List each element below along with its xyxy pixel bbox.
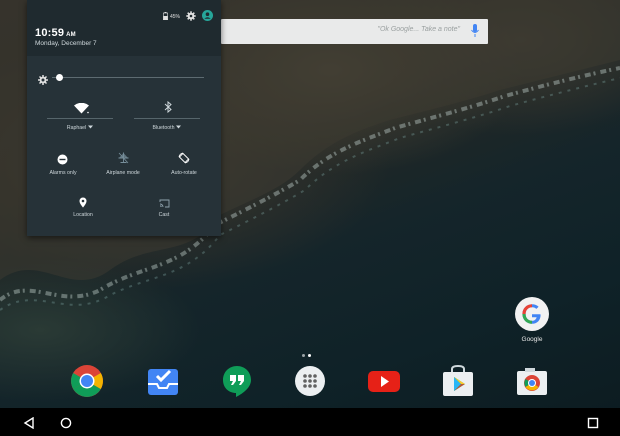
bluetooth-icon[interactable]	[164, 100, 172, 118]
app-drawer-icon[interactable]	[293, 364, 327, 398]
page-dot	[302, 354, 305, 357]
cast-label[interactable]: Cast	[134, 212, 194, 218]
camera-icon[interactable]	[515, 364, 549, 398]
brightness-icon	[38, 72, 48, 90]
do-not-disturb-icon[interactable]	[57, 152, 68, 170]
cast-icon[interactable]	[159, 195, 170, 213]
navigation-bar	[0, 408, 620, 436]
google-app-icon[interactable]	[515, 297, 549, 331]
clock-ampm: AM	[66, 32, 76, 38]
mic-icon[interactable]	[471, 24, 479, 43]
chevron-down-icon	[88, 125, 94, 131]
chevron-down-icon	[176, 125, 182, 131]
location-icon[interactable]	[79, 195, 87, 213]
date-label[interactable]: Monday, December 7	[35, 40, 97, 47]
inbox-icon[interactable]	[146, 364, 180, 398]
quick-settings-panel: 45% 10:59 AM Monday, December 7 Raphael B…	[27, 0, 221, 236]
hangouts-icon[interactable]	[220, 364, 254, 398]
recents-icon[interactable]	[587, 416, 599, 434]
alarms-only-label[interactable]: Alarms only	[33, 170, 93, 176]
battery-icon	[162, 12, 168, 22]
youtube-icon[interactable]	[367, 364, 401, 398]
bluetooth-label: Bluetooth	[152, 125, 175, 131]
wifi-divider	[47, 118, 113, 119]
airplane-mode-label[interactable]: Airplane mode	[93, 170, 153, 176]
user-avatar-icon[interactable]	[202, 8, 213, 26]
settings-gear-icon[interactable]	[186, 8, 196, 26]
brightness-slider-track[interactable]	[52, 77, 204, 78]
auto-rotate-label[interactable]: Auto-rotate	[154, 170, 214, 176]
wifi-network-name: Raphael	[66, 125, 87, 131]
page-dot-current	[308, 354, 311, 357]
google-search-bar[interactable]: "Ok Google... Take a note"	[221, 19, 488, 44]
auto-rotate-icon[interactable]	[178, 151, 190, 169]
search-hint: "Ok Google... Take a note"	[377, 26, 460, 33]
battery-indicator: 45%	[162, 12, 180, 22]
home-icon[interactable]	[60, 416, 72, 434]
back-icon[interactable]	[23, 416, 35, 434]
google-app-label: Google	[521, 336, 543, 343]
clock-time: 10:59	[35, 27, 65, 39]
bluetooth-tile-label[interactable]: Bluetooth	[134, 125, 200, 131]
brightness-slider-thumb[interactable]	[56, 74, 64, 81]
battery-percent: 45%	[169, 14, 180, 20]
bluetooth-divider	[134, 118, 200, 119]
wifi-icon[interactable]	[74, 101, 89, 119]
wifi-tile-label[interactable]: Raphael	[47, 125, 113, 131]
location-label[interactable]: Location	[53, 212, 113, 218]
page-indicator	[302, 354, 311, 357]
chrome-icon[interactable]	[70, 364, 104, 398]
quick-settings-header: 45% 10:59 AM Monday, December 7	[27, 0, 221, 56]
play-store-icon[interactable]	[441, 364, 475, 398]
status-icons: 45%	[162, 8, 213, 26]
clock[interactable]: 10:59 AM	[35, 27, 76, 39]
airplane-icon[interactable]	[118, 151, 129, 169]
